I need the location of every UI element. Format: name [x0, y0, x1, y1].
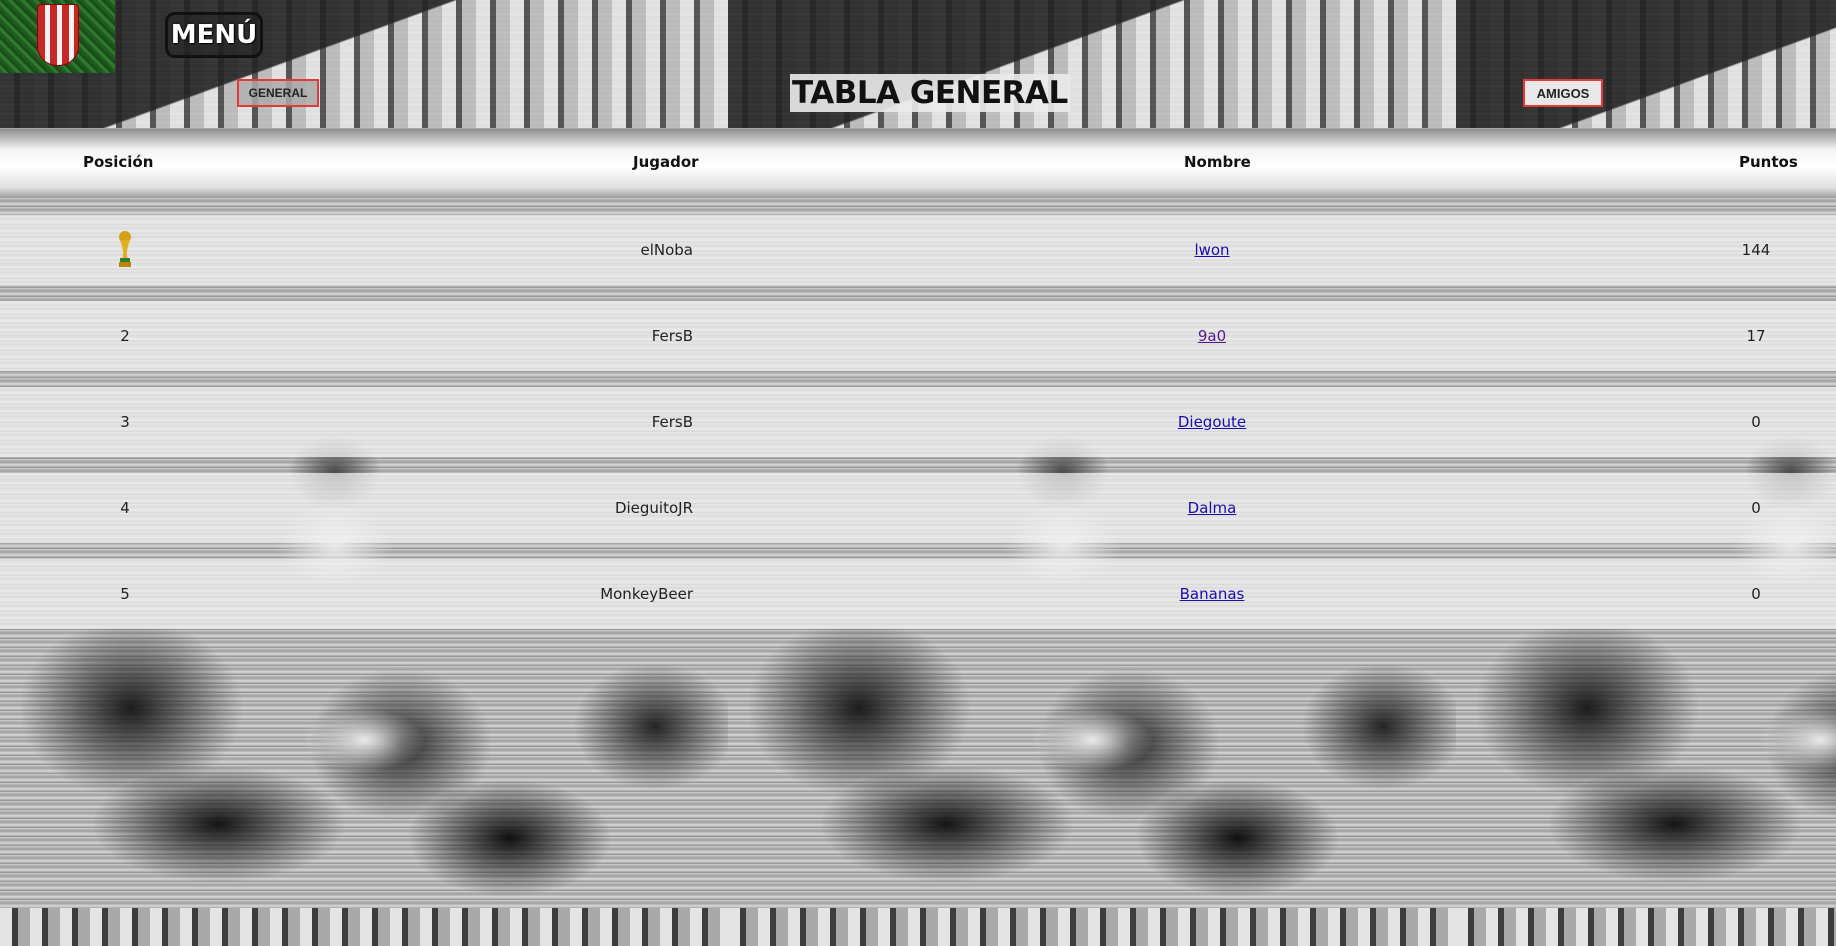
background-tile	[1456, 908, 1836, 946]
column-header-player: Jugador	[633, 153, 699, 171]
position-cell: 3	[120, 413, 130, 431]
points-cell: 17	[1746, 327, 1766, 345]
column-header-position: Posición	[83, 153, 154, 171]
player-cell: FersB	[651, 327, 693, 345]
player-name-link[interactable]: Bananas	[1180, 585, 1245, 603]
tab-amigos[interactable]: AMIGOS	[1523, 79, 1603, 107]
background-tile	[728, 908, 1456, 946]
menu-button[interactable]: MENÚ	[165, 12, 263, 58]
table-row: 3 FersB Diegoute 0	[0, 387, 1836, 457]
column-header-name: Nombre	[1184, 153, 1251, 171]
tab-general[interactable]: GENERAL	[237, 79, 319, 107]
background-tile	[0, 908, 728, 946]
position-cell	[0, 215, 250, 285]
player-cell: FersB	[651, 413, 693, 431]
points-cell: 0	[1751, 499, 1761, 517]
position-cell: 2	[120, 327, 130, 345]
club-logo[interactable]	[0, 0, 115, 73]
player-cell: MonkeyBeer	[600, 585, 693, 603]
trophy-icon	[119, 231, 131, 267]
points-cell: 144	[1741, 241, 1771, 259]
table-row: 2 FersB 9a0 17	[0, 301, 1836, 371]
player-name-link[interactable]: Diegoute	[1178, 413, 1246, 431]
points-cell: 0	[1751, 413, 1761, 431]
player-name-link[interactable]: 9a0	[1198, 327, 1226, 345]
name-cell: 9a0	[1100, 301, 1324, 371]
player-name-link[interactable]: lwon	[1194, 241, 1229, 259]
column-header-points: Puntos	[1739, 153, 1798, 171]
table-row: elNoba lwon 144	[0, 215, 1836, 285]
player-name-link[interactable]: Dalma	[1188, 499, 1237, 517]
name-cell: Bananas	[1100, 559, 1324, 629]
club-shield-icon	[37, 4, 79, 66]
table-row: 5 MonkeyBeer Bananas 0	[0, 559, 1836, 629]
page-title: TABLA GENERAL	[790, 74, 1070, 112]
position-cell: 5	[120, 585, 130, 603]
table-row: 4 DieguitoJR Dalma 0	[0, 473, 1836, 543]
name-cell: lwon	[1100, 215, 1324, 285]
name-cell: Diegoute	[1100, 387, 1324, 457]
table-header	[0, 129, 1836, 198]
points-cell: 0	[1751, 585, 1761, 603]
player-cell: elNoba	[640, 241, 693, 259]
position-cell: 4	[120, 499, 130, 517]
name-cell: Dalma	[1100, 473, 1324, 543]
player-cell: DieguitoJR	[614, 499, 693, 517]
